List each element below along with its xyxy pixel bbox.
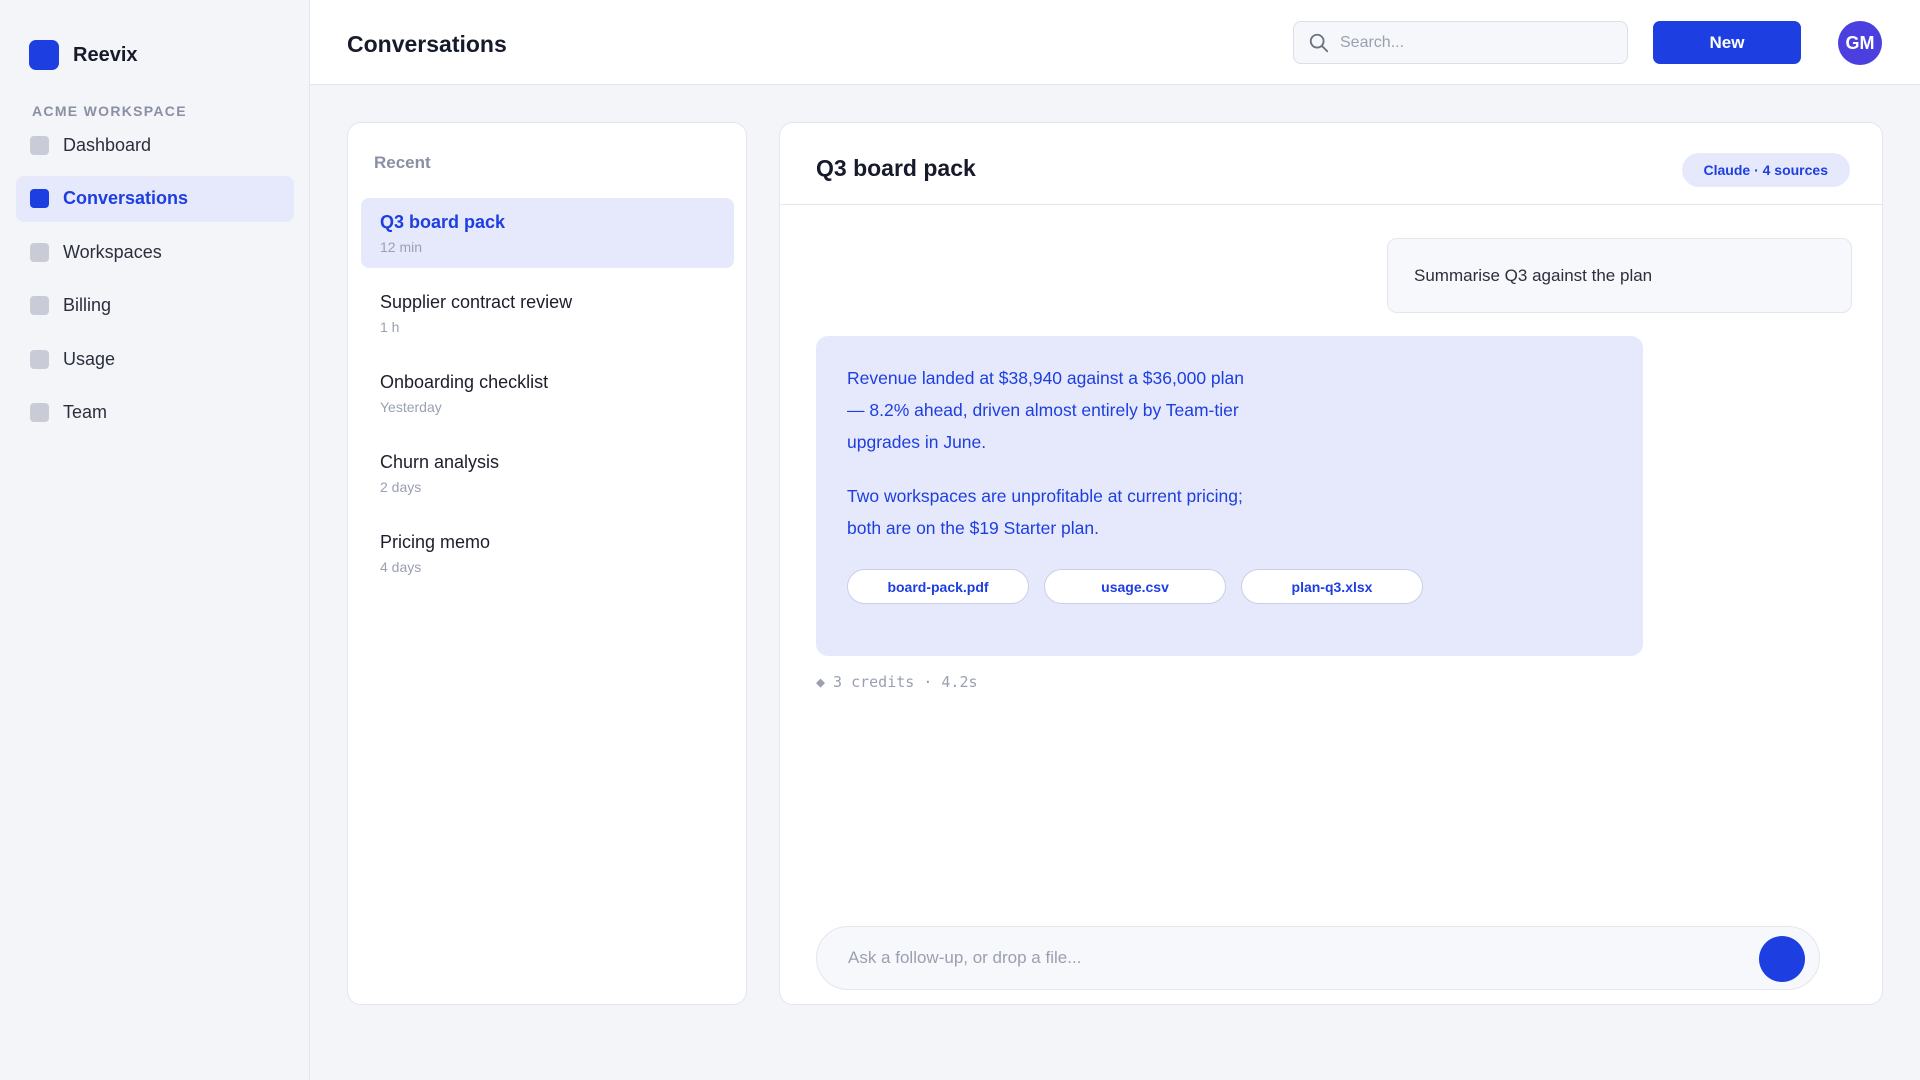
conversations-icon xyxy=(30,189,49,208)
model-sources-badge[interactable]: Claude · 4 sources xyxy=(1681,153,1850,187)
sidebar-item-label: Usage xyxy=(63,348,116,369)
sidebar-item-label: Conversations xyxy=(63,188,189,208)
conversation-title: Churn analysis xyxy=(380,452,500,472)
brand-name: Reevix xyxy=(73,43,138,66)
conversation-time: 1 h xyxy=(380,319,400,335)
conversation-item[interactable]: Churn analysis 2 days xyxy=(361,438,734,508)
workspaces-icon xyxy=(30,242,49,262)
sidebar-item-workspaces[interactable]: Workspaces xyxy=(16,229,294,275)
sidebar-item-conversations[interactable]: Conversations xyxy=(16,175,294,222)
sidebar-nav: Dashboard Conversations Workspaces Billi… xyxy=(16,122,294,443)
attachment-chip-plan[interactable]: plan-q3.xlsx xyxy=(1241,569,1423,604)
sidebar-item-billing[interactable]: Billing xyxy=(16,283,294,329)
composer[interactable] xyxy=(816,926,1820,990)
conversation-list: Q3 board pack 12 min Supplier contract r… xyxy=(361,198,734,598)
conversation-panel: Q3 board pack Claude · 4 sources Summari… xyxy=(779,122,1883,1005)
assistant-message: Revenue landed at $38,940 against a $36,… xyxy=(816,336,1643,656)
conversation-title: Q3 board pack xyxy=(380,212,506,232)
sidebar-item-label: Dashboard xyxy=(63,134,152,155)
search-box[interactable] xyxy=(1293,21,1628,64)
conversation-item[interactable]: Supplier contract review 1 h xyxy=(361,278,734,348)
new-button[interactable]: New xyxy=(1653,21,1801,64)
sidebar-item-dashboard[interactable]: Dashboard xyxy=(16,122,294,168)
attachment-chip-board-pack[interactable]: board-pack.pdf xyxy=(847,569,1029,604)
workspace-label: ACME WORKSPACE xyxy=(32,103,187,119)
dashboard-icon xyxy=(30,135,49,155)
conversation-time: 2 days xyxy=(380,479,422,495)
usage-icon xyxy=(30,349,49,369)
follow-up-input[interactable] xyxy=(848,948,1728,968)
sidebar-item-label: Billing xyxy=(63,295,112,315)
search-icon xyxy=(1309,33,1329,52)
sidebar: Reevix ACME WORKSPACE Dashboard Conversa… xyxy=(0,0,310,1080)
team-icon xyxy=(30,403,49,422)
conversation-header: Q3 board pack Claude · 4 sources xyxy=(780,123,1882,205)
credits-diamond-icon: ◆ xyxy=(816,673,826,691)
billing-icon xyxy=(30,296,49,315)
sidebar-item-label: Team xyxy=(63,402,108,422)
conversation-title: Onboarding checklist xyxy=(380,372,549,392)
source-attachments: board-pack.pdf usage.csv plan-q3.xlsx xyxy=(847,569,1423,604)
topbar: Conversations New GM xyxy=(310,0,1920,85)
page-title: Conversations xyxy=(347,31,507,57)
brand-logo-icon xyxy=(29,40,59,70)
sidebar-item-usage[interactable]: Usage xyxy=(16,336,294,382)
message-meta: ◆ 3 credits · 4.2s xyxy=(816,673,978,691)
brand[interactable]: Reevix xyxy=(29,40,138,70)
conversation-item[interactable]: Onboarding checklist Yesterday xyxy=(361,358,734,428)
conversation-time: 4 days xyxy=(380,559,422,575)
send-button[interactable] xyxy=(1759,936,1805,982)
recent-panel: Recent Q3 board pack 12 min Supplier con… xyxy=(347,122,747,1005)
conversation-title-heading: Q3 board pack xyxy=(816,155,976,181)
conversation-title: Pricing memo xyxy=(380,532,491,552)
conversation-item[interactable]: Q3 board pack 12 min xyxy=(361,198,734,268)
sidebar-item-team[interactable]: Team xyxy=(16,390,294,436)
attachment-chip-usage[interactable]: usage.csv xyxy=(1044,569,1226,604)
sidebar-item-label: Workspaces xyxy=(63,241,162,262)
conversation-time: 12 min xyxy=(380,239,423,255)
conversation-time: Yesterday xyxy=(380,399,442,415)
search-input[interactable] xyxy=(1340,33,1610,52)
assistant-paragraph: Revenue landed at $38,940 against a $36,… xyxy=(847,368,1244,452)
credits-timing-text: 3 credits · 4.2s xyxy=(833,673,978,691)
user-message: Summarise Q3 against the plan xyxy=(1387,238,1852,313)
recent-title: Recent xyxy=(374,153,431,172)
conversation-item[interactable]: Pricing memo 4 days xyxy=(361,518,734,588)
conversation-title: Supplier contract review xyxy=(380,292,573,312)
avatar[interactable]: GM xyxy=(1838,21,1882,65)
assistant-paragraph: Two workspaces are unprofitable at curre… xyxy=(847,486,1243,538)
